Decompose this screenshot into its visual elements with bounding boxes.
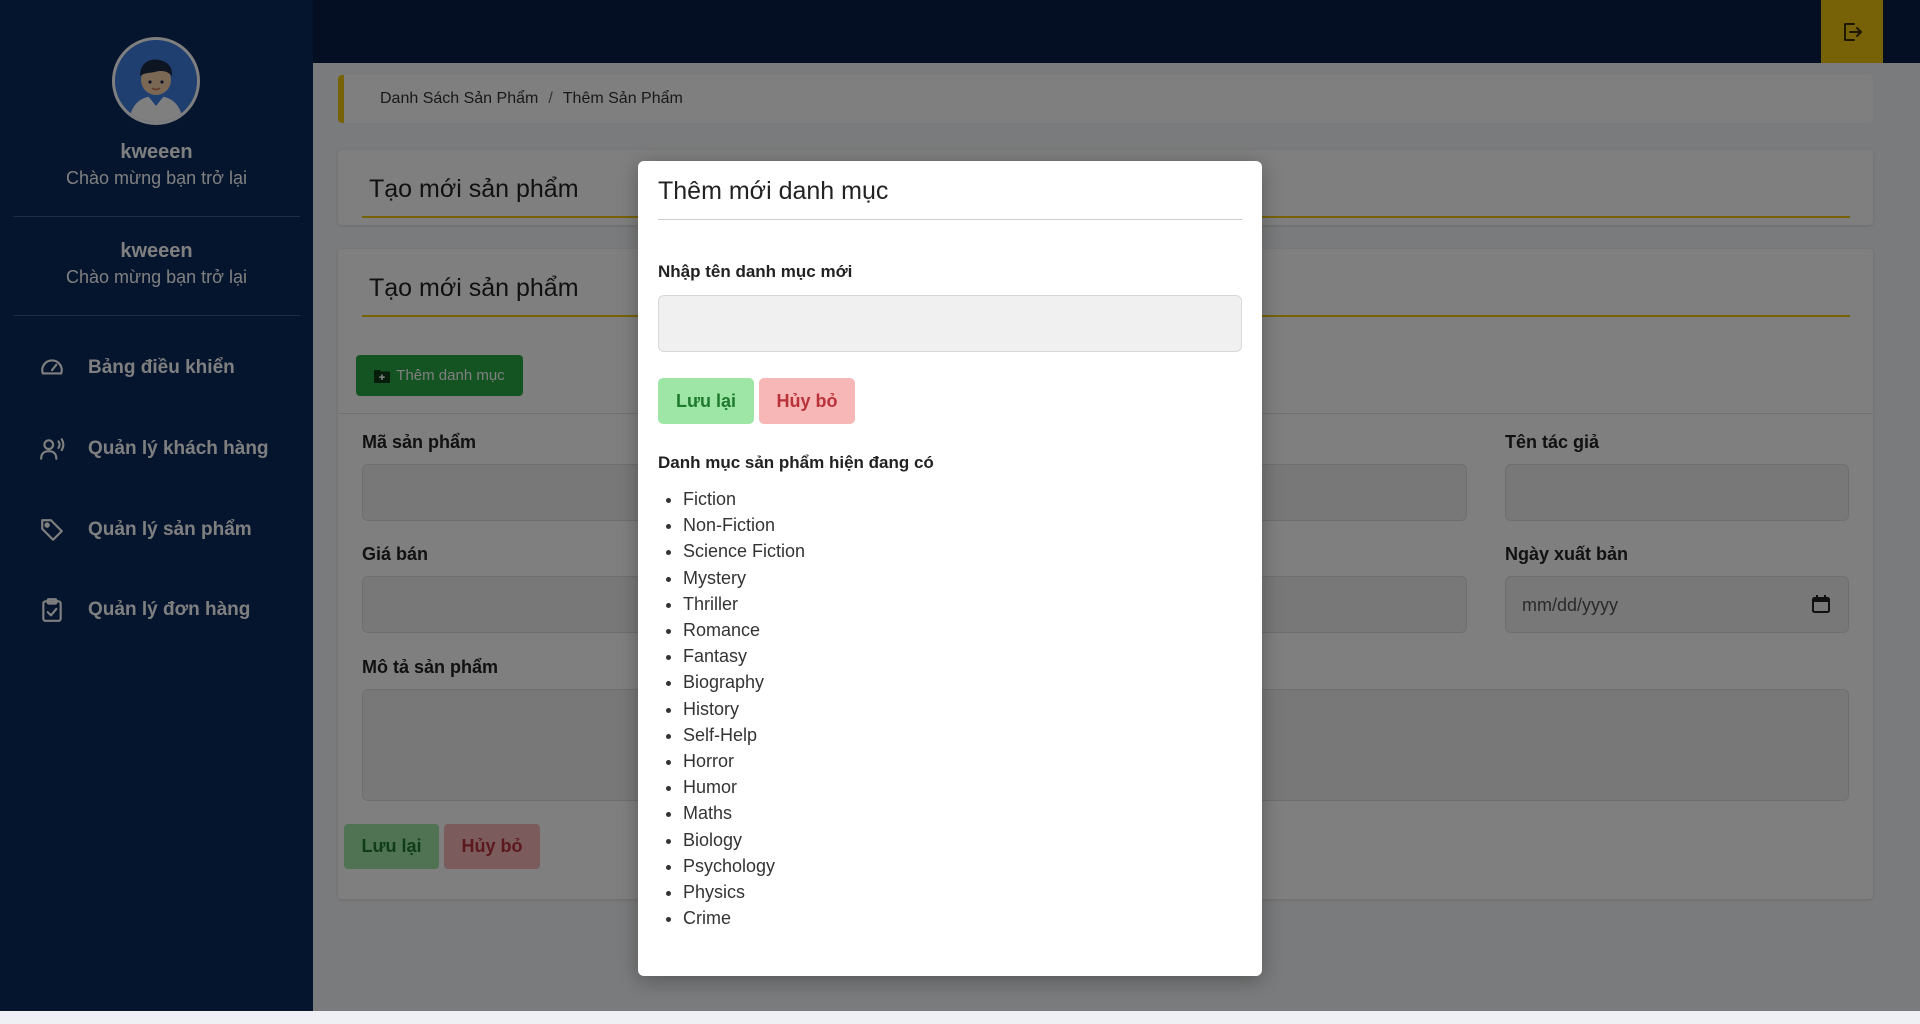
bottom-strip: [0, 1011, 1920, 1024]
list-item: History: [683, 696, 805, 722]
list-item: Fantasy: [683, 643, 805, 669]
list-item: Self-Help: [683, 722, 805, 748]
list-item: Romance: [683, 617, 805, 643]
list-item: Fiction: [683, 486, 805, 512]
add-category-modal: Thêm mới danh mục Nhập tên danh mục mới …: [638, 161, 1262, 976]
category-name-input[interactable]: [658, 295, 1242, 352]
existing-categories-title: Danh mục sản phẩm hiện đang có: [658, 453, 934, 472]
list-item: Mystery: [683, 565, 805, 591]
list-item: Crime: [683, 905, 805, 931]
list-item: Biology: [683, 827, 805, 853]
list-item: Biography: [683, 669, 805, 695]
modal-save-button[interactable]: Lưu lại: [658, 378, 754, 424]
modal-title: Thêm mới danh mục: [658, 177, 889, 205]
list-item: Horror: [683, 748, 805, 774]
list-item: Thriller: [683, 591, 805, 617]
list-item: Psychology: [683, 853, 805, 879]
modal-cancel-button[interactable]: Hủy bỏ: [759, 378, 855, 424]
list-item: Physics: [683, 879, 805, 905]
list-item: Humor: [683, 774, 805, 800]
list-item: Non-Fiction: [683, 512, 805, 538]
list-item: Science Fiction: [683, 538, 805, 564]
category-name-label: Nhập tên danh mục mới: [658, 262, 853, 281]
category-list: Fiction Non-Fiction Science Fiction Myst…: [683, 486, 805, 931]
list-item: Maths: [683, 800, 805, 826]
modal-divider: [658, 219, 1242, 220]
